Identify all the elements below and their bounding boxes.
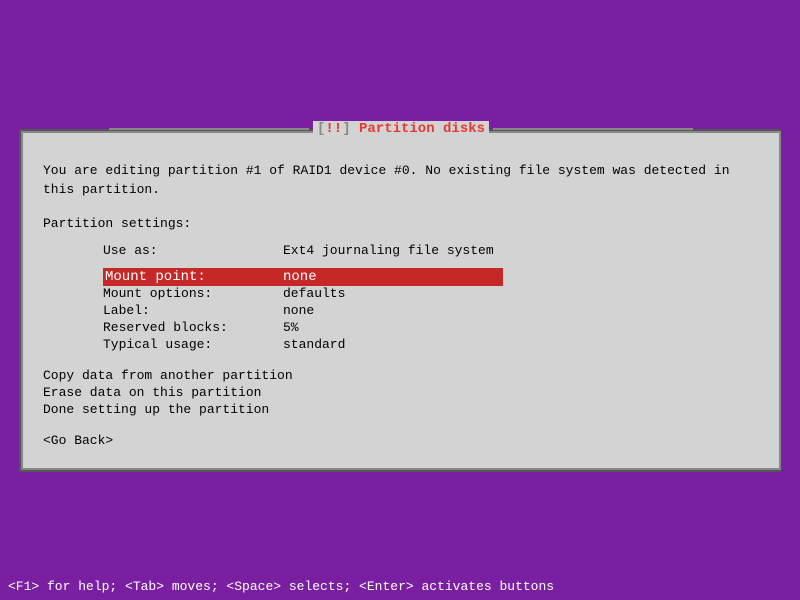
partition-settings-label: Partition settings: bbox=[43, 216, 759, 231]
screen: [!!] Partition disks You are editing par… bbox=[0, 0, 800, 600]
setting-row-reserved-blocks[interactable]: Reserved blocks: 5% bbox=[103, 320, 759, 335]
label-label: Label: bbox=[103, 303, 283, 318]
setting-row-mount-point[interactable]: Mount point: none bbox=[103, 268, 503, 286]
action-done[interactable]: Done setting up the partition bbox=[43, 402, 759, 417]
use-as-row: Use as: Ext4 journaling file system bbox=[103, 243, 759, 258]
mount-point-value: none bbox=[283, 269, 317, 285]
mount-options-value: defaults bbox=[283, 286, 345, 301]
description-line2: this partition. bbox=[43, 182, 160, 197]
go-back-button[interactable]: <Go Back> bbox=[43, 433, 759, 448]
settings-table: Use as: Ext4 journaling file system Moun… bbox=[103, 243, 759, 352]
setting-row-typical-usage[interactable]: Typical usage: standard bbox=[103, 337, 759, 352]
label-value: none bbox=[283, 303, 314, 318]
title-bar: [!!] Partition disks bbox=[109, 121, 693, 137]
description-line1: You are editing partition #1 of RAID1 de… bbox=[43, 163, 730, 178]
description: You are editing partition #1 of RAID1 de… bbox=[43, 161, 759, 200]
use-as-value: Ext4 journaling file system bbox=[283, 243, 494, 258]
actions: Copy data from another partition Erase d… bbox=[43, 368, 759, 417]
reserved-blocks-label: Reserved blocks: bbox=[103, 320, 283, 335]
use-as-label: Use as: bbox=[103, 243, 283, 258]
dialog-title: [!!] Partition disks bbox=[313, 121, 489, 137]
status-bar: <F1> for help; <Tab> moves; <Space> sele… bbox=[0, 572, 800, 600]
setting-row-label[interactable]: Label: none bbox=[103, 303, 759, 318]
action-copy-data[interactable]: Copy data from another partition bbox=[43, 368, 759, 383]
setting-row-mount-options[interactable]: Mount options: defaults bbox=[103, 286, 759, 301]
reserved-blocks-value: 5% bbox=[283, 320, 299, 335]
dialog-container: [!!] Partition disks You are editing par… bbox=[19, 129, 781, 472]
typical-usage-label: Typical usage: bbox=[103, 337, 283, 352]
mount-options-label: Mount options: bbox=[103, 286, 283, 301]
dialog: [!!] Partition disks You are editing par… bbox=[21, 131, 781, 470]
typical-usage-value: standard bbox=[283, 337, 345, 352]
status-bar-text: <F1> for help; <Tab> moves; <Space> sele… bbox=[8, 579, 554, 594]
action-erase-data[interactable]: Erase data on this partition bbox=[43, 385, 759, 400]
mount-point-label: Mount point: bbox=[105, 269, 283, 285]
